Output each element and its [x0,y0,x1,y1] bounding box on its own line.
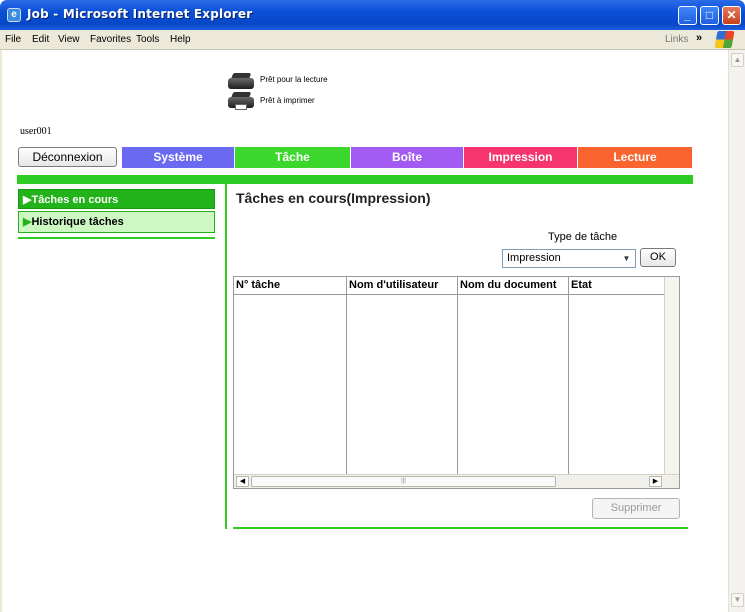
scroll-down-icon[interactable]: ▼ [731,593,744,607]
title-bar: e Job - Microsoft Internet Explorer _ □ … [0,0,745,30]
vertical-divider [225,184,227,529]
job-type-value: Impression [507,252,561,264]
menu-favorites[interactable]: Favorites [90,34,131,45]
status-print: Prêt à imprimer [260,96,315,105]
scroll-left-icon[interactable]: ◀ [236,476,249,487]
sidebar-divider [18,237,215,239]
sidebar-item-label: Historique tâches [31,216,124,228]
tab-impression[interactable]: Impression [464,147,578,168]
scroll-thumb[interactable]: ||| [251,476,556,487]
menu-tools[interactable]: Tools [136,34,159,45]
window-title: Job - Microsoft Internet Explorer [27,7,253,21]
table-vertical-scrollbar[interactable] [664,277,679,474]
column-header[interactable]: Nom d'utilisateur [347,277,458,295]
table-column [234,295,347,474]
table-column [347,295,458,474]
tab-boite[interactable]: Boîte [351,147,464,168]
chevron-down-icon[interactable]: ▼ [619,251,634,266]
table-horizontal-scrollbar[interactable]: ◀ ||| ▶ [234,474,679,488]
page-title: Tâches en cours(Impression) [236,190,431,206]
logout-button[interactable]: Déconnexion [18,147,117,167]
close-button[interactable]: ✕ [722,6,741,25]
tab-tache[interactable]: Tâche [235,147,351,168]
internet-explorer-icon: e [7,8,21,22]
tab-lecture[interactable]: Lecture [578,147,693,168]
green-divider [17,175,693,184]
maximize-button[interactable]: □ [700,6,719,25]
menu-edit[interactable]: Edit [32,34,49,45]
scroll-up-icon[interactable]: ▲ [731,53,744,67]
links-button[interactable]: Links [665,34,688,45]
delete-button[interactable]: Supprimer [592,498,680,519]
jobs-table: N° tâche Nom d'utilisateur Nom du docume… [233,276,680,489]
menu-bar: File Edit View Favorites Tools Help Link… [0,30,745,50]
tab-systeme[interactable]: Système [122,147,235,168]
printer-icon [228,92,254,110]
job-type-label: Type de tâche [548,231,618,243]
windows-logo-icon [714,31,735,48]
scroll-right-icon[interactable]: ▶ [649,476,662,487]
column-header[interactable]: N° tâche [234,277,347,295]
sidebar-item-label: Tâches en cours [31,194,119,206]
sidebar-item-historique-taches[interactable]: ▶Historique tâches [18,211,215,233]
minimize-button[interactable]: _ [678,6,697,25]
status-read: Prêt pour la lecture [260,75,328,84]
chevron-icon[interactable]: » [696,32,702,44]
table-column [458,295,569,474]
menu-file[interactable]: File [5,34,21,45]
menu-view[interactable]: View [58,34,80,45]
menu-help[interactable]: Help [170,34,191,45]
column-header[interactable]: Etat [569,277,665,295]
column-header[interactable]: Nom du document [458,277,569,295]
bottom-divider [233,527,688,529]
user-name: user001 [20,126,52,137]
scanner-icon [228,73,254,91]
page-scrollbar[interactable]: ▲ ▼ [728,50,745,612]
ok-button[interactable]: OK [640,248,676,267]
sidebar-item-taches-en-cours[interactable]: ▶Tâches en cours [18,189,215,209]
job-type-select[interactable]: Impression ▼ [502,249,636,268]
